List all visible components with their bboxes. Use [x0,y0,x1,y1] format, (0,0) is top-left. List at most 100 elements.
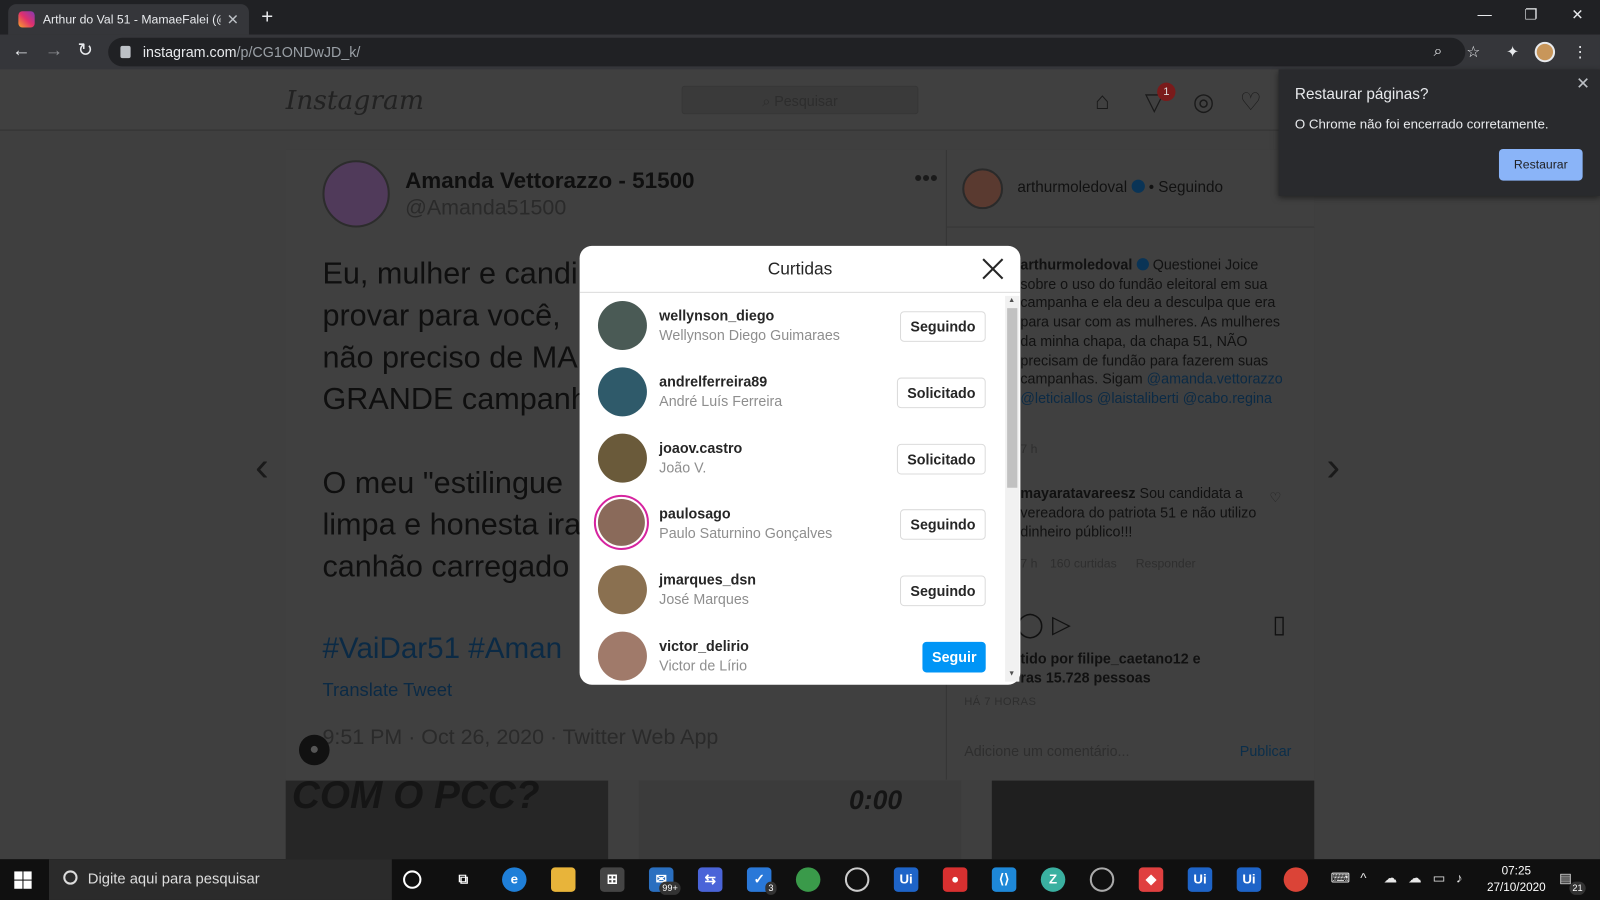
follow-button[interactable]: Seguir [922,641,986,673]
scroll-down-icon[interactable]: ▼ [1008,670,1015,677]
instagram-logo[interactable]: Instagram [286,86,424,117]
home-icon[interactable]: ⌂ [1095,88,1110,117]
grid-thumbnail[interactable]: 0:00 [638,780,962,860]
scrollbar-thumb[interactable] [1007,308,1018,488]
network-icon[interactable]: ▭ [1433,870,1446,886]
address-bar[interactable]: instagram.com/p/CG1ONDwJD_k/ [108,37,1466,67]
modal-title: Curtidas [579,246,1021,293]
publish-button[interactable]: Publicar [1240,743,1292,759]
requested-button[interactable]: Solicitado [897,443,986,475]
tab-title: Arthur do Val 51 - MamaeFalei (@ [42,12,221,27]
zoom-icon[interactable]: ⌕ [1434,43,1443,60]
cortana-icon[interactable] [403,870,422,889]
username[interactable]: jmarques_dsn [659,571,756,587]
username[interactable]: paulosago [659,505,730,521]
add-comment-input[interactable]: Adicione um comentário... [964,743,1129,759]
user-avatar[interactable] [597,565,647,615]
file-explorer-icon[interactable] [551,867,576,892]
like-row: wellynson_diego Wellynson Diego Guimarae… [580,294,1007,359]
like-row: joaov.castro João V. Solicitado [580,427,1007,492]
poster-username[interactable]: arthurmoledoval [1017,179,1127,196]
store-icon[interactable]: ⊞ [599,867,625,892]
record-icon[interactable]: ● [942,867,968,892]
comment-icon[interactable]: ◯ [1016,610,1043,640]
previous-arrow-icon[interactable]: ‹ [255,445,269,491]
grid-thumbnail[interactable]: COM O PCC? [285,780,609,860]
user-avatar[interactable] [597,367,647,417]
app-icon[interactable]: ⇆ [697,867,723,892]
close-icon[interactable] [982,257,1004,279]
app-icon[interactable] [795,867,821,892]
username[interactable]: andrelferreira89 [659,373,767,389]
caption-username[interactable]: arthurmoledoval [1020,256,1132,272]
full-name: André Luís Ferreira [659,392,783,410]
browser-tab[interactable]: Arthur do Val 51 - MamaeFalei (@ ✕ [8,4,249,35]
user-avatar-story-ring[interactable] [593,494,649,550]
activity-heart-icon[interactable]: ♡ [1240,88,1262,118]
reply-link[interactable]: Responder [1136,556,1196,570]
menu-icon[interactable]: ⋮ [1572,43,1587,61]
poster-avatar[interactable] [962,168,1004,210]
edge-icon[interactable]: e [502,867,527,892]
windows-start-icon[interactable] [14,871,32,889]
restore-button[interactable]: Restaurar [1498,148,1583,181]
username[interactable]: wellynson_diego [659,307,774,323]
modal-scrollbar[interactable]: ▲ ▼ [1005,295,1020,682]
scroll-up-icon[interactable]: ▲ [1008,297,1015,304]
restore-window-icon[interactable]: ❐ [1524,6,1537,23]
bookmark-star-icon[interactable]: ☆ [1466,43,1480,61]
back-icon[interactable]: ← [12,40,30,61]
share-icon[interactable]: ▷ [1052,610,1071,640]
chevron-up-icon[interactable]: ^ [1360,870,1366,885]
more-options-icon[interactable]: ••• [914,165,938,192]
volume-icon[interactable]: ♪ [1456,870,1463,885]
tag-user-icon[interactable]: ● [298,734,330,766]
onedrive-icon[interactable]: ☁ [1384,870,1397,886]
uipath-icon[interactable]: Ui [893,867,919,892]
profile-avatar[interactable] [1534,41,1556,63]
save-bookmark-icon[interactable]: ▯ [1272,610,1285,640]
minimize-icon[interactable]: — [1478,6,1492,22]
comment-likes[interactable]: 160 curtidas [1050,556,1117,570]
comment-username[interactable]: mayaratavareesz [1020,485,1135,501]
requested-button[interactable]: Solicitado [897,377,986,409]
extensions-icon[interactable]: ✦ [1506,43,1519,61]
notification-count: 21 [1569,881,1586,895]
clock[interactable]: 07:25 27/10/2020 [1478,863,1556,896]
likes-summary[interactable]: tido por filipe_caetano12 e ras 15.728 pe… [1020,649,1200,688]
close-window-icon[interactable]: ✕ [1571,6,1583,23]
keyboard-icon[interactable]: ⌨ [1331,870,1350,886]
grid-thumbnail[interactable] [991,780,1315,860]
comment-like-icon[interactable]: ♡ [1269,490,1281,506]
user-avatar[interactable] [597,631,647,681]
vscode-icon[interactable]: ⟨⟩ [991,867,1017,892]
following-button[interactable]: Seguindo [900,311,986,342]
user-avatar[interactable] [597,433,647,483]
app-icon[interactable]: Z [1040,867,1066,892]
following-button[interactable]: Seguindo [900,575,986,607]
reload-icon[interactable]: ↻ [78,40,93,61]
following-button[interactable]: Seguindo [900,509,986,540]
new-tab-icon[interactable]: + [261,6,273,29]
app-icon[interactable] [1089,867,1115,892]
tweet-line: GRANDE campanh [322,382,588,417]
following-label[interactable]: • Seguindo [1149,179,1223,196]
explore-icon[interactable]: ◎ [1193,88,1214,118]
forward-icon[interactable]: → [45,40,63,61]
search-input[interactable]: ⌕ Pesquisar [681,85,919,115]
uipath-icon[interactable]: Ui [1187,867,1213,892]
task-view-icon[interactable]: ⧉ [451,867,475,891]
username[interactable]: victor_delirio [659,638,749,654]
taskbar-search-input[interactable]: Digite aqui para pesquisar [48,859,392,900]
chrome-icon[interactable] [1283,867,1309,892]
close-tab-icon[interactable]: ✕ [227,11,239,28]
uipath-icon[interactable]: Ui [1236,867,1262,892]
user-avatar[interactable] [597,301,647,350]
next-arrow-icon[interactable]: › [1327,445,1341,491]
todo-badge: 3 [765,881,777,895]
onedrive-personal-icon[interactable]: ☁ [1408,870,1421,886]
obs-icon[interactable] [844,867,870,892]
app-icon[interactable]: ◆ [1138,867,1164,892]
close-icon[interactable]: ✕ [1576,73,1590,93]
username[interactable]: joaov.castro [659,440,742,456]
